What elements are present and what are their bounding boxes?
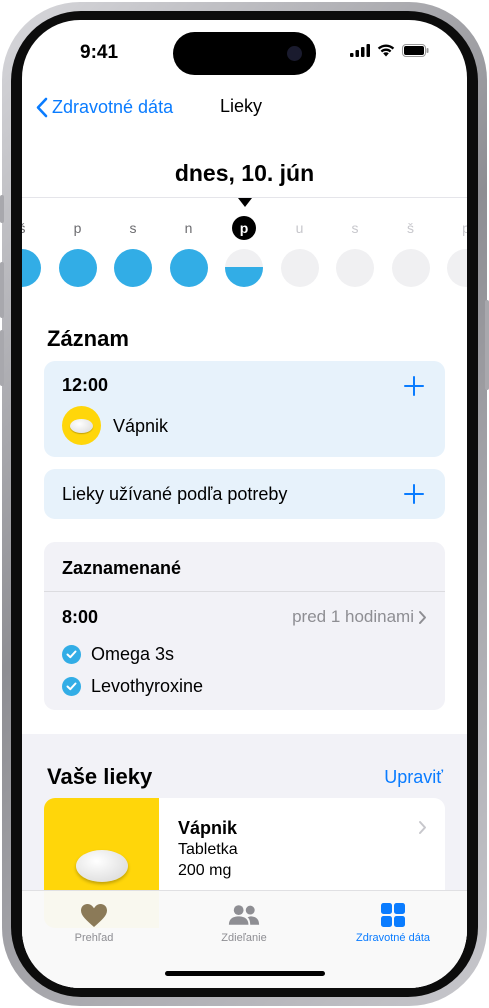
day-letter[interactable]: š bbox=[22, 220, 42, 236]
chevron-right-icon bbox=[419, 610, 426, 624]
day-progress-circle[interactable] bbox=[280, 249, 319, 287]
medication-card-name: Vápnik bbox=[178, 818, 238, 838]
checkmark-icon bbox=[62, 645, 81, 664]
scheduled-time: 12:00 bbox=[62, 375, 109, 395]
volume-up-button bbox=[0, 262, 4, 318]
tab-sharing[interactable]: Zdieľanie bbox=[179, 901, 309, 944]
cellular-signal-icon bbox=[350, 44, 370, 57]
medication-pill-icon bbox=[62, 406, 101, 445]
your-medications-title: Vaše lieky bbox=[47, 764, 153, 789]
scheduled-medication-name: Vápnik bbox=[113, 416, 169, 436]
day-letter-today[interactable]: p bbox=[232, 216, 256, 240]
logged-divider bbox=[44, 591, 445, 592]
wifi-icon bbox=[377, 44, 395, 57]
day-letter[interactable]: p bbox=[58, 220, 98, 236]
tab-label: Zdieľanie bbox=[221, 932, 267, 944]
logged-item-name: Omega 3s bbox=[91, 644, 175, 664]
logged-item: Omega 3s bbox=[62, 644, 174, 665]
logged-time: 8:00 bbox=[62, 607, 99, 627]
as-needed-label: Lieky užívané podľa potreby bbox=[62, 484, 288, 504]
status-time: 9:41 bbox=[80, 42, 119, 63]
day-progress-circle[interactable] bbox=[58, 249, 97, 287]
navigation-bar: Zdravotné dáta Lieky bbox=[22, 90, 467, 126]
day-progress-circle[interactable] bbox=[169, 249, 208, 287]
tab-health-data[interactable]: Zdravotné dáta bbox=[328, 901, 458, 944]
screen: 9:41 Zdravotné dáta Lieky dnes, 10. jún … bbox=[22, 20, 467, 988]
back-button-label: Zdravotné dáta bbox=[52, 96, 174, 117]
day-progress-circle[interactable] bbox=[114, 249, 152, 287]
status-bar: 9:41 bbox=[22, 20, 467, 80]
people-icon bbox=[228, 901, 260, 929]
dynamic-island bbox=[173, 32, 316, 75]
pill-icon bbox=[76, 850, 128, 882]
day-letter[interactable]: š bbox=[391, 220, 431, 236]
as-needed-card[interactable]: Lieky užívané podľa potreby bbox=[44, 469, 445, 519]
week-day-strip: špsnpusšp bbox=[22, 216, 467, 287]
heart-icon bbox=[78, 901, 110, 929]
log-section-title: Záznam bbox=[47, 326, 129, 351]
tab-label: Prehľad bbox=[74, 932, 114, 944]
logged-item: Levothyroxine bbox=[62, 676, 203, 697]
day-letter[interactable]: n bbox=[169, 220, 209, 236]
volume-down-button bbox=[0, 330, 4, 386]
grid-icon bbox=[377, 901, 409, 929]
day-progress-circle[interactable] bbox=[447, 249, 467, 287]
day-progress-circle[interactable] bbox=[391, 249, 430, 287]
medication-card-form: Tabletka bbox=[178, 841, 238, 858]
tab-summary[interactable]: Prehľad bbox=[29, 901, 159, 944]
day-letter[interactable]: u bbox=[280, 220, 320, 236]
home-indicator[interactable] bbox=[165, 971, 325, 976]
chevron-left-icon bbox=[32, 94, 52, 120]
battery-icon bbox=[402, 44, 429, 57]
day-letter[interactable]: p bbox=[446, 220, 467, 236]
logged-time-ago: pred 1 hodinami bbox=[292, 607, 414, 626]
edit-button[interactable]: Upraviť bbox=[384, 767, 443, 788]
day-progress-circle[interactable] bbox=[225, 249, 263, 287]
front-camera bbox=[287, 46, 302, 61]
date-pointer-icon bbox=[238, 198, 252, 207]
chevron-right-icon bbox=[419, 821, 426, 834]
day-progress-circle[interactable] bbox=[336, 249, 374, 287]
checkmark-icon bbox=[62, 677, 81, 696]
medication-card-dose: 200 mg bbox=[178, 862, 232, 879]
logged-time-ago-link[interactable]: pred 1 hodinami bbox=[292, 607, 427, 627]
back-button[interactable]: Zdravotné dáta bbox=[32, 94, 173, 120]
day-progress-circle[interactable] bbox=[22, 249, 41, 287]
status-icons bbox=[350, 44, 429, 57]
power-button bbox=[485, 300, 489, 390]
scheduled-dose-card[interactable]: 12:00 Vápnik bbox=[44, 361, 445, 457]
logged-card: Zaznamenané 8:00 pred 1 hodinami Omega 3… bbox=[44, 542, 445, 710]
logged-title: Zaznamenané bbox=[62, 558, 182, 578]
logged-item-name: Levothyroxine bbox=[91, 676, 204, 696]
page-title: Lieky bbox=[220, 96, 263, 116]
mute-switch bbox=[0, 195, 4, 223]
day-letter[interactable]: s bbox=[335, 220, 375, 236]
date-header: dnes, 10. jún bbox=[174, 160, 315, 186]
day-letter[interactable]: s bbox=[113, 220, 153, 236]
add-dose-plus-icon[interactable] bbox=[404, 376, 424, 396]
tab-label: Zdravotné dáta bbox=[356, 932, 430, 944]
add-as-needed-plus-icon[interactable] bbox=[404, 484, 424, 504]
